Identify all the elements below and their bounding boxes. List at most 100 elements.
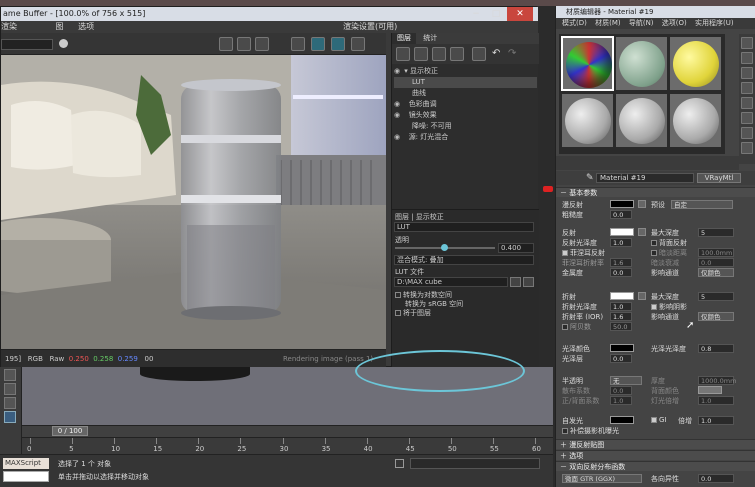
render-region-icon[interactable]: [311, 37, 325, 51]
undo-icon[interactable]: ↶: [492, 48, 500, 59]
timeline-track[interactable]: [22, 425, 553, 437]
render-preset-label[interactable]: 渲染设置(可用): [343, 21, 397, 33]
translucency-dropdown[interactable]: 无: [610, 376, 642, 385]
rollout-options[interactable]: ＋ 选项: [556, 450, 755, 460]
brdf-type-dropdown[interactable]: 微面 GTR (GGX): [562, 474, 642, 483]
blend-mode-dropdown[interactable]: 混合模式: 叠加: [394, 255, 534, 265]
abbe-checkbox[interactable]: 阿贝数: [562, 322, 591, 332]
metalness-input[interactable]: 0.0: [610, 268, 632, 277]
remove-layer-icon[interactable]: [414, 47, 428, 61]
channel-dropdown[interactable]: [1, 39, 53, 50]
material-slot-4[interactable]: [561, 93, 614, 148]
lens-effects-icon[interactable]: [331, 37, 345, 51]
material-slot-2[interactable]: [615, 36, 668, 91]
maxscript-listener[interactable]: MAXScript 迷: [3, 458, 49, 478]
backlight-icon[interactable]: [741, 52, 753, 64]
history-icon[interactable]: [351, 37, 365, 51]
layer-row[interactable]: ◉ ▾ 显示校正: [394, 66, 537, 77]
reflect-gloss-input[interactable]: 1.0: [610, 238, 632, 247]
material-slot-1[interactable]: [561, 36, 614, 91]
menu-navigation[interactable]: 导航(N): [629, 19, 654, 27]
thickness-input[interactable]: 1000.0mm: [698, 376, 736, 385]
copy-icon[interactable]: [237, 37, 251, 51]
material-slot-6[interactable]: [669, 93, 722, 148]
layer-row[interactable]: ◉ 镜头效果: [394, 110, 537, 121]
sheen-layer-input[interactable]: 0.0: [610, 354, 632, 363]
reflect-map-button[interactable]: [638, 228, 646, 236]
coordinate-fields[interactable]: [410, 458, 540, 469]
material-name-input[interactable]: Material #19: [596, 173, 694, 183]
menu-item-render[interactable]: 渲染: [1, 21, 17, 33]
display-icon[interactable]: [291, 37, 305, 51]
menu-options[interactable]: 选项(O): [662, 19, 687, 27]
sample-type-icon[interactable]: [741, 37, 753, 49]
reflect-max-depth-input[interactable]: 5: [698, 228, 734, 237]
uv-tiling-icon[interactable]: [741, 82, 753, 94]
menu-mode[interactable]: 模式(D): [562, 19, 587, 27]
refract-max-depth-input[interactable]: 5: [698, 292, 734, 301]
scatter-input[interactable]: 0.0: [610, 386, 632, 395]
refract-gloss-input[interactable]: 1.0: [610, 302, 632, 311]
roughness-input[interactable]: 0.0: [610, 210, 632, 219]
menu-item-options[interactable]: 选项: [78, 21, 94, 33]
material-slot-5[interactable]: [615, 93, 668, 148]
tab-stats[interactable]: 统计: [418, 33, 442, 44]
menu-utilities[interactable]: 实用程序(U): [695, 19, 734, 27]
abbe-input[interactable]: 50.0: [610, 322, 632, 331]
layer-row[interactable]: LUT: [394, 77, 537, 88]
diffuse-color-swatch[interactable]: [610, 200, 634, 208]
lut-field[interactable]: LUT: [394, 222, 534, 232]
rollout-bump[interactable]: ＋ 漫反射贴图: [556, 439, 755, 449]
rollout-basic-params[interactable]: － 基本参数: [556, 187, 755, 197]
sheen-color-swatch[interactable]: [610, 344, 634, 352]
fwd-bck-input[interactable]: 1.0: [610, 396, 632, 405]
layer-row[interactable]: 降噪: 不可用: [394, 121, 537, 132]
layer-row[interactable]: 曲线: [394, 88, 537, 99]
eye-icon[interactable]: ◉: [394, 99, 402, 110]
rollout-brdf[interactable]: － 双向反射分布函数: [556, 461, 755, 471]
diffuse-map-button[interactable]: [638, 200, 646, 208]
load-layers-icon[interactable]: [450, 47, 464, 61]
time-slider[interactable]: 0 / 100: [52, 426, 88, 436]
add-layer-icon[interactable]: [396, 47, 410, 61]
navigator-icon[interactable]: [741, 142, 753, 154]
maximize-button[interactable]: □: [487, 7, 505, 21]
reflect-affect-channels-dropdown[interactable]: 仅颜色: [698, 268, 734, 277]
status-mode[interactable]: RGB: [28, 355, 43, 363]
compensate-exposure-checkbox[interactable]: 补偿摄影机曝光: [562, 426, 619, 436]
maxscript-input[interactable]: [3, 471, 49, 482]
eye-icon[interactable]: ◉: [394, 132, 402, 143]
color-picker-icon[interactable]: [59, 39, 68, 48]
timeline-ruler[interactable]: 0 5 10 15 20 25 30 35 40 45 50 55 60: [22, 437, 553, 454]
render-view[interactable]: [1, 55, 386, 349]
refract-map-button[interactable]: [638, 292, 646, 300]
menu-material[interactable]: 材质(M): [595, 19, 621, 27]
select-by-material-icon[interactable]: [741, 127, 753, 139]
browse-icon[interactable]: [510, 277, 521, 287]
region-icon[interactable]: [255, 37, 269, 51]
tab-layers[interactable]: 图层: [392, 33, 416, 44]
save-layers-icon[interactable]: [432, 47, 446, 61]
save-icon[interactable]: [219, 37, 233, 51]
self-illum-color-swatch[interactable]: [610, 416, 634, 424]
backside-reflect-checkbox[interactable]: 背面反射: [651, 238, 687, 248]
options-icon[interactable]: [741, 112, 753, 124]
clear-icon[interactable]: [523, 277, 534, 287]
background-icon[interactable]: [741, 67, 753, 79]
eye-icon[interactable]: ◉: [394, 66, 402, 77]
light-mult-input[interactable]: 1.0: [698, 396, 734, 405]
tool-icon[interactable]: [4, 369, 16, 381]
tool-icon[interactable]: [4, 397, 16, 409]
redo-icon[interactable]: ↷: [508, 48, 516, 59]
dim-distance-input[interactable]: 100.0mm: [698, 248, 734, 257]
list-icon[interactable]: [472, 47, 486, 61]
lock-icon[interactable]: [395, 459, 404, 468]
ior-input[interactable]: 1.6: [610, 312, 632, 321]
minimize-button[interactable]: −: [467, 7, 485, 21]
self-illum-mult-input[interactable]: 1.0: [698, 416, 734, 425]
eyedropper-icon[interactable]: ✎: [586, 173, 594, 183]
opacity-value[interactable]: 0.400: [498, 243, 534, 253]
sheen-gloss-input[interactable]: 0.8: [698, 344, 734, 353]
video-check-icon[interactable]: [741, 97, 753, 109]
preset-dropdown[interactable]: 自定: [671, 200, 733, 209]
